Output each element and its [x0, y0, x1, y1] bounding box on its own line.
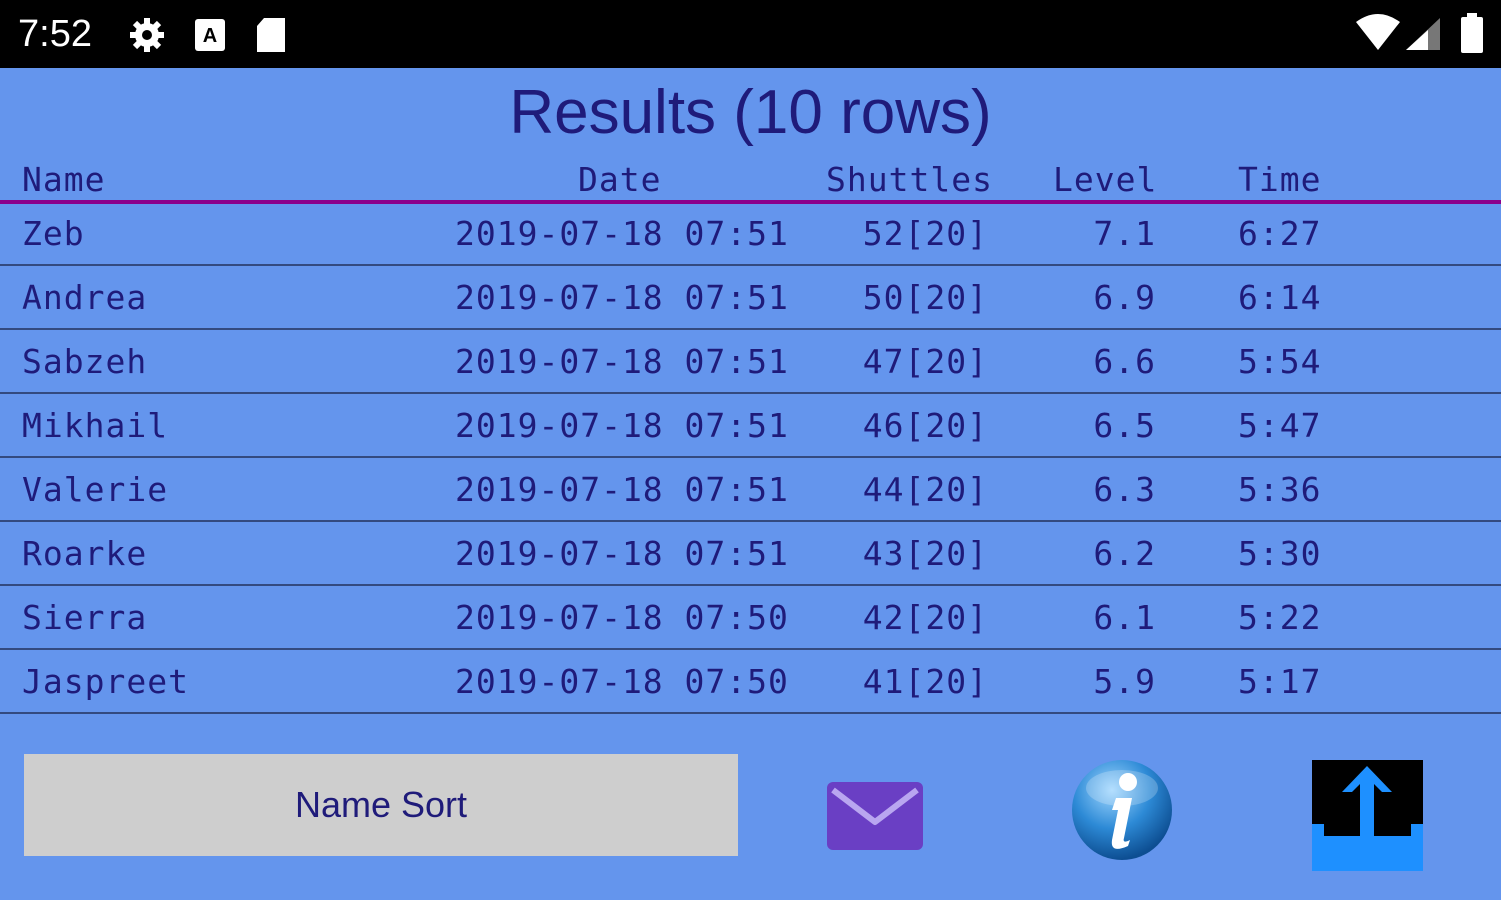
row-date: 2019-07-18 07:50	[455, 662, 789, 701]
row-level: 6.2	[1093, 534, 1156, 573]
row-shuttles: 52[20]	[862, 214, 988, 253]
row-shuttles: 42[20]	[862, 598, 988, 637]
row-date: 2019-07-18 07:51	[455, 470, 789, 509]
row-name: Mikhail	[22, 406, 169, 445]
name-sort-button[interactable]: Name Sort	[24, 754, 738, 856]
table-row[interactable]: Mikhail 2019-07-18 07:51 46[20] 6.5 5:47	[0, 394, 1501, 458]
table-row[interactable]: Zeb 2019-07-18 07:51 52[20] 7.1 6:27	[0, 202, 1501, 266]
svg-text:A: A	[203, 25, 217, 47]
table-row[interactable]: Sierra 2019-07-18 07:50 42[20] 6.1 5:22	[0, 586, 1501, 650]
row-shuttles: 43[20]	[862, 534, 988, 573]
table-row[interactable]: Valerie 2019-07-18 07:51 44[20] 6.3 5:36	[0, 458, 1501, 522]
table-row[interactable]: Andrea 2019-07-18 07:51 50[20] 6.9 6:14	[0, 266, 1501, 330]
row-name: Andrea	[22, 278, 148, 317]
gear-icon	[128, 16, 166, 59]
row-time: 5:47	[1238, 406, 1322, 445]
row-time: 5:17	[1238, 662, 1322, 701]
row-time: 5:36	[1238, 470, 1322, 509]
row-date: 2019-07-18 07:51	[455, 278, 789, 317]
row-level: 5.9	[1093, 662, 1156, 701]
row-level: 6.9	[1093, 278, 1156, 317]
battery-icon	[1458, 12, 1486, 59]
row-time: 5:54	[1238, 342, 1322, 381]
row-shuttles: 50[20]	[862, 278, 988, 317]
column-header-level[interactable]: Level	[1053, 160, 1157, 199]
row-date: 2019-07-18 07:51	[455, 534, 789, 573]
row-date: 2019-07-18 07:50	[455, 598, 789, 637]
column-header-shuttles[interactable]: Shuttles	[826, 160, 993, 199]
row-date: 2019-07-18 07:51	[455, 342, 789, 381]
cell-signal-icon	[1404, 16, 1442, 57]
table-row[interactable]: Roarke 2019-07-18 07:51 43[20] 6.2 5:30	[0, 522, 1501, 586]
results-screen: Results (10 rows) Name Date Shuttles Lev…	[0, 68, 1501, 900]
page-title: Results (10 rows)	[509, 78, 992, 147]
row-date: 2019-07-18 07:51	[455, 406, 789, 445]
row-name: Zeb	[22, 214, 85, 253]
row-time: 5:22	[1238, 598, 1322, 637]
row-time: 6:27	[1238, 214, 1322, 253]
row-time: 6:14	[1238, 278, 1322, 317]
row-name: Sierra	[22, 598, 148, 637]
row-shuttles: 44[20]	[862, 470, 988, 509]
row-level: 6.1	[1093, 598, 1156, 637]
row-shuttles: 46[20]	[862, 406, 988, 445]
info-icon[interactable]	[1070, 758, 1174, 862]
row-shuttles: 47[20]	[862, 342, 988, 381]
mail-icon[interactable]	[827, 782, 923, 850]
keyboard-a-icon: A	[194, 18, 226, 57]
column-header-date[interactable]: Date	[578, 160, 661, 199]
row-level: 6.6	[1093, 342, 1156, 381]
row-name: Roarke	[22, 534, 148, 573]
column-header-name[interactable]: Name	[22, 160, 105, 199]
table-row[interactable]: Jaspreet 2019-07-18 07:50 41[20] 5.9 5:1…	[0, 650, 1501, 714]
status-time: 7:52	[18, 13, 92, 55]
row-name: Valerie	[22, 470, 169, 509]
wifi-icon	[1354, 14, 1402, 57]
row-date: 2019-07-18 07:51	[455, 214, 789, 253]
table-row[interactable]: Sabzeh 2019-07-18 07:51 47[20] 6.6 5:54	[0, 330, 1501, 394]
sd-card-icon	[254, 16, 288, 59]
row-level: 7.1	[1093, 214, 1156, 253]
row-shuttles: 41[20]	[862, 662, 988, 701]
column-header-time[interactable]: Time	[1238, 160, 1321, 199]
row-level: 6.3	[1093, 470, 1156, 509]
row-level: 6.5	[1093, 406, 1156, 445]
table-header: Name Date Shuttles Level Time	[0, 156, 1501, 204]
row-name: Sabzeh	[22, 342, 148, 381]
results-table[interactable]: Zeb 2019-07-18 07:51 52[20] 7.1 6:27 And…	[0, 202, 1501, 714]
row-time: 5:30	[1238, 534, 1322, 573]
status-bar: 7:52 A	[0, 0, 1501, 68]
sort-direction-icon[interactable]	[1312, 760, 1423, 871]
row-name: Jaspreet	[22, 662, 189, 701]
